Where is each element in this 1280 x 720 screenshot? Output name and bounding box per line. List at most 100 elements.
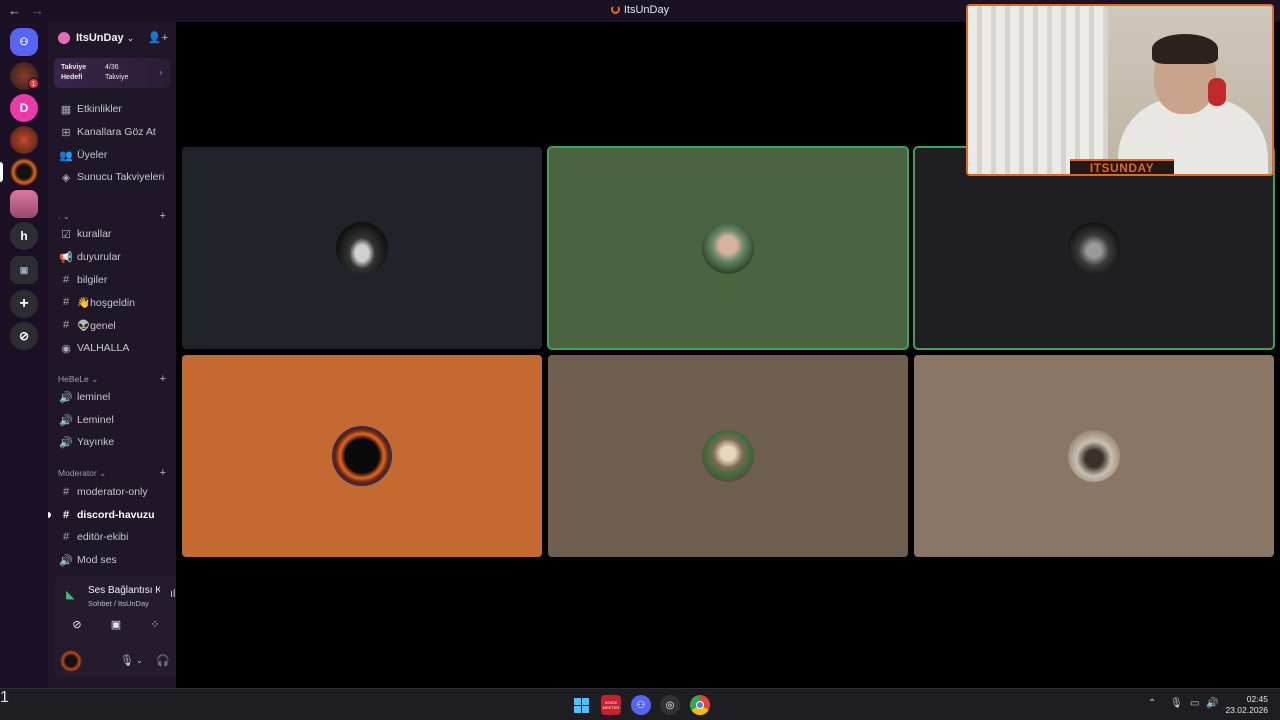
- participant-tile[interactable]: [547, 146, 909, 350]
- obs-app[interactable]: ◎: [660, 695, 680, 715]
- participant-tile[interactable]: [914, 355, 1274, 557]
- activities-icon: ⁘: [150, 619, 160, 631]
- voice-channel-link[interactable]: Sohbet / ItsUnDay: [88, 599, 149, 608]
- hash-icon: #: [62, 531, 70, 543]
- category-name: HeBeLe: [58, 374, 89, 384]
- channel-leminel-2[interactable]: 🔊 Leminel: [56, 410, 172, 430]
- chevron-down-icon[interactable]: ⌄: [136, 656, 143, 665]
- channel-hosgeldin[interactable]: # 👋hoşgeldin: [56, 292, 172, 312]
- cartoon-avatar: [702, 430, 754, 482]
- channel-leminel[interactable]: 🔊 leminel: [56, 387, 172, 407]
- menu-members[interactable]: 👥 Üyeler: [56, 145, 172, 165]
- car-avatar: [336, 222, 388, 274]
- hash-icon: #: [62, 509, 70, 521]
- discord-app[interactable]: ⚇: [631, 695, 651, 715]
- channel-name: 👋hoşgeldin: [77, 296, 136, 309]
- voicemeeter-label: VOICE MEETER: [602, 700, 620, 710]
- channel-sidebar: ItsUnDay ⌄ 👤+ Takviye Hedefi 4/36 Takviye…: [48, 22, 218, 688]
- channel-discord-havuzu[interactable]: # discord-havuzu: [56, 505, 172, 525]
- direct-messages-button[interactable]: ⚇: [10, 28, 38, 56]
- browse-icon: ⊞: [61, 126, 71, 139]
- channel-bilgiler[interactable]: # bilgiler: [56, 270, 172, 290]
- server-icon-5[interactable]: [10, 190, 38, 218]
- rules-icon: ☑: [61, 228, 71, 241]
- channel-yayinke[interactable]: 🔊 Yayınke: [56, 432, 172, 452]
- microphone-tray-icon[interactable]: 🎙: [1170, 698, 1183, 709]
- channel-valhalla[interactable]: ◉ VALHALLA: [56, 338, 172, 358]
- screen-share-icon: ▣: [110, 619, 122, 631]
- channel-duyurular[interactable]: 📢 duyurular: [56, 247, 172, 267]
- screen-share-button[interactable]: ▣: [99, 616, 133, 634]
- create-channel-icon[interactable]: +: [160, 210, 166, 222]
- menu-browse-channels[interactable]: ⊞ Kanallara Göz At: [56, 122, 172, 142]
- discover-button[interactable]: ⊘: [10, 322, 38, 350]
- headphones-icon[interactable]: 🎧: [156, 654, 170, 667]
- participant-tile[interactable]: [913, 146, 1275, 350]
- voice-icon: 🔊: [59, 554, 73, 567]
- channel-moderator-only[interactable]: # moderator-only: [56, 482, 172, 502]
- add-server-button[interactable]: +: [10, 290, 38, 318]
- chevron-right-icon: ›: [159, 68, 162, 77]
- server-icon-itsunday[interactable]: [10, 158, 38, 186]
- camera-off-icon: ⊘: [72, 619, 82, 631]
- activities-button[interactable]: ⁘: [138, 616, 172, 634]
- h-letter-icon: h: [20, 229, 28, 243]
- guild-name: ItsUnDay: [76, 32, 124, 44]
- category-dot[interactable]: . ⌄ +: [58, 209, 170, 223]
- category-moderator[interactable]: Moderator ⌄ +: [58, 466, 170, 480]
- server-folder[interactable]: ▣: [10, 256, 38, 284]
- channel-name: bilgiler: [77, 274, 108, 286]
- channel-editor-ekibi[interactable]: # editör-ekibi: [56, 527, 172, 547]
- boost-goal[interactable]: Takviye Hedefi 4/36 Takviye ›: [54, 58, 170, 88]
- obs-logo-icon: ◎: [665, 699, 675, 711]
- calendar-icon: ▦: [60, 103, 72, 116]
- channel-name: editör-ekibi: [77, 531, 129, 543]
- server-icon-2[interactable]: D: [10, 94, 38, 122]
- channel-genel[interactable]: # 👽genel: [56, 315, 172, 335]
- server-icon-3[interactable]: [10, 126, 38, 154]
- clock-time: 02:45: [1246, 694, 1268, 704]
- camera-toggle-button[interactable]: ⊘: [60, 616, 94, 634]
- menu-server-boosts[interactable]: ◈ Sunucu Takviyeleri: [56, 167, 172, 187]
- menu-events[interactable]: ▦ Etkinlikler: [56, 99, 172, 119]
- discord-logo-icon: ⚇: [636, 699, 646, 711]
- voice-status[interactable]: Ses Bağlantısı Kuruldu: [88, 585, 160, 596]
- mention-badge: 1: [28, 78, 39, 89]
- server-icon-h[interactable]: h: [10, 222, 38, 250]
- volume-icon[interactable]: 🔊: [1206, 698, 1218, 709]
- menu-label: Etkinlikler: [77, 103, 122, 115]
- voicemeeter-app[interactable]: VOICE MEETER: [601, 695, 621, 715]
- channel-name: Yayınke: [77, 436, 115, 448]
- guild-icon: [58, 32, 70, 44]
- channel-name: moderator-only: [77, 486, 148, 498]
- tray-overflow-icon[interactable]: ⌃: [1148, 698, 1156, 709]
- system-clock[interactable]: 02:45 23.02.2026: [1225, 694, 1268, 716]
- channel-name: duyurular: [77, 251, 121, 263]
- members-icon: 👥: [59, 149, 73, 162]
- microphone-icon[interactable]: 🎙: [120, 654, 134, 667]
- guild-header[interactable]: ItsUnDay ⌄ 👤+: [48, 22, 176, 54]
- voice-icon: 🔊: [59, 436, 73, 449]
- participant-tile[interactable]: [182, 147, 542, 349]
- create-channel-icon[interactable]: +: [160, 467, 166, 479]
- signal-icon[interactable]: ◣: [66, 588, 74, 601]
- channel-kurallar[interactable]: ☑ kurallar: [56, 224, 172, 244]
- discord-logo-icon: ⚇: [19, 36, 29, 48]
- start-button[interactable]: [571, 695, 591, 715]
- channel-mod-ses[interactable]: 🔊 Mod ses: [56, 550, 172, 570]
- invite-user-icon[interactable]: 👤+: [148, 31, 168, 44]
- compass-icon: ⊘: [18, 329, 30, 343]
- clock-date: 23.02.2026: [1225, 705, 1268, 715]
- selected-server-pill: [0, 162, 3, 182]
- category-name: Moderator: [58, 468, 97, 478]
- participant-tile[interactable]: [548, 355, 908, 557]
- channel-name: Mod ses: [77, 554, 117, 566]
- curtain-background: [968, 6, 1108, 174]
- chrome-app[interactable]: [690, 695, 710, 715]
- sleeping-avatar: [1068, 430, 1120, 482]
- create-channel-icon[interactable]: +: [160, 373, 166, 385]
- user-avatar[interactable]: [60, 650, 82, 672]
- participant-tile[interactable]: [182, 355, 542, 557]
- display-icon[interactable]: ▭: [1190, 698, 1199, 709]
- category-hebele[interactable]: HeBeLe ⌄ +: [58, 372, 170, 386]
